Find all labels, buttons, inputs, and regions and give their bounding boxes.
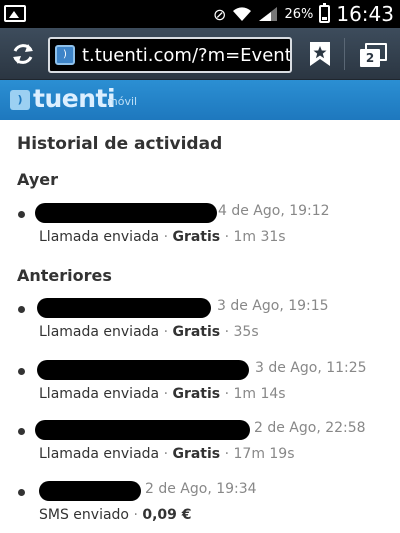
clock: 16:43 [336,2,394,26]
refresh-icon[interactable] [8,39,38,69]
activity-duration: 1m 31s [233,229,286,245]
activity-type: SMS enviado [39,507,129,523]
activity-detail: Llamada enviada · Gratis · 1m 31s [39,229,286,245]
bullet [18,306,25,313]
separator: · [163,386,169,402]
redacted-contact-name[interactable] [35,203,217,223]
bullet [18,428,25,435]
tuenti-logo-icon: ) [10,90,30,110]
separator: · [163,229,169,245]
activity-date: 2 de Ago, 22:58 [254,420,366,436]
status-icons: ⊘ 26% 16:43 [213,0,394,28]
activity-detail: Llamada enviada · Gratis · 17m 19s [39,446,295,462]
bullet [18,489,25,496]
browser-toolbar: ) t.tuenti.com/?m=Eventl 2 [0,28,400,80]
activity-price: Gratis [172,386,221,402]
activity-price: Gratis [172,324,221,340]
section-header: Ayer [17,170,58,189]
activity-duration: 1m 14s [233,386,286,402]
activity-item: 3 de Ago, 11:25 Llamada enviada · Gratis… [0,360,400,410]
activity-detail: SMS enviado · 0,09 € [39,507,192,523]
redacted-contact-name[interactable] [35,420,250,440]
activity-item: 4 de Ago, 19:12 Llamada enviada · Gratis… [0,203,400,253]
bullet [18,368,25,375]
section-header: Anteriores [17,266,112,285]
picture-notification-icon [4,5,26,22]
activity-date: 4 de Ago, 19:12 [218,203,330,219]
activity-date: 3 de Ago, 19:15 [217,298,329,314]
bookmark-star-icon[interactable] [307,41,333,67]
separator: · [224,324,230,340]
activity-type: Llamada enviada [39,386,160,402]
tabs-button[interactable]: 2 [360,49,380,67]
url-text[interactable]: t.tuenti.com/?m=Eventl [82,45,290,66]
battery-percentage: 26% [284,6,314,22]
tuenti-logo[interactable]: tuenti [33,84,116,113]
bullet [18,211,25,218]
redacted-contact-name[interactable] [39,481,141,501]
activity-detail: Llamada enviada · Gratis · 1m 14s [39,386,286,402]
activity-item: 3 de Ago, 19:15 Llamada enviada · Gratis… [0,298,400,348]
activity-price: Gratis [172,446,221,462]
activity-duration: 17m 19s [233,446,295,462]
battery-icon [319,3,331,23]
separator: · [224,229,230,245]
separator: · [224,386,230,402]
activity-detail: Llamada enviada · Gratis · 35s [39,324,259,340]
separator: · [224,446,230,462]
separator: · [133,507,138,523]
activity-history: Historial de actividad Ayer 4 de Ago, 19… [0,120,400,533]
mute-icon: ⊘ [213,4,227,24]
status-bar: ⊘ 26% 16:43 [0,0,400,28]
activity-date: 3 de Ago, 11:25 [255,360,367,376]
activity-duration: 35s [233,324,259,340]
page-title: Historial de actividad [17,134,223,154]
signal-icon [259,7,278,21]
address-bar[interactable]: ) t.tuenti.com/?m=Eventl [48,37,292,73]
site-favicon-icon: ) [55,45,75,65]
activity-price: 0,09 € [142,507,192,523]
toolbar-divider [344,38,345,70]
redacted-contact-name[interactable] [37,360,249,380]
tuenti-header: ) tuenti móvil [0,80,400,120]
activity-type: Llamada enviada [39,446,160,462]
activity-date: 2 de Ago, 19:34 [145,481,257,497]
activity-item: 2 de Ago, 19:34 SMS enviado · 0,09 € [0,481,400,531]
wifi-icon [233,7,252,21]
separator: · [163,324,169,340]
activity-item: 2 de Ago, 22:58 Llamada enviada · Gratis… [0,420,400,470]
activity-price: Gratis [172,229,221,245]
separator: · [163,446,169,462]
redacted-contact-name[interactable] [37,298,211,318]
tuenti-logo-subtitle: móvil [107,95,138,108]
activity-type: Llamada enviada [39,324,160,340]
activity-type: Llamada enviada [39,229,160,245]
